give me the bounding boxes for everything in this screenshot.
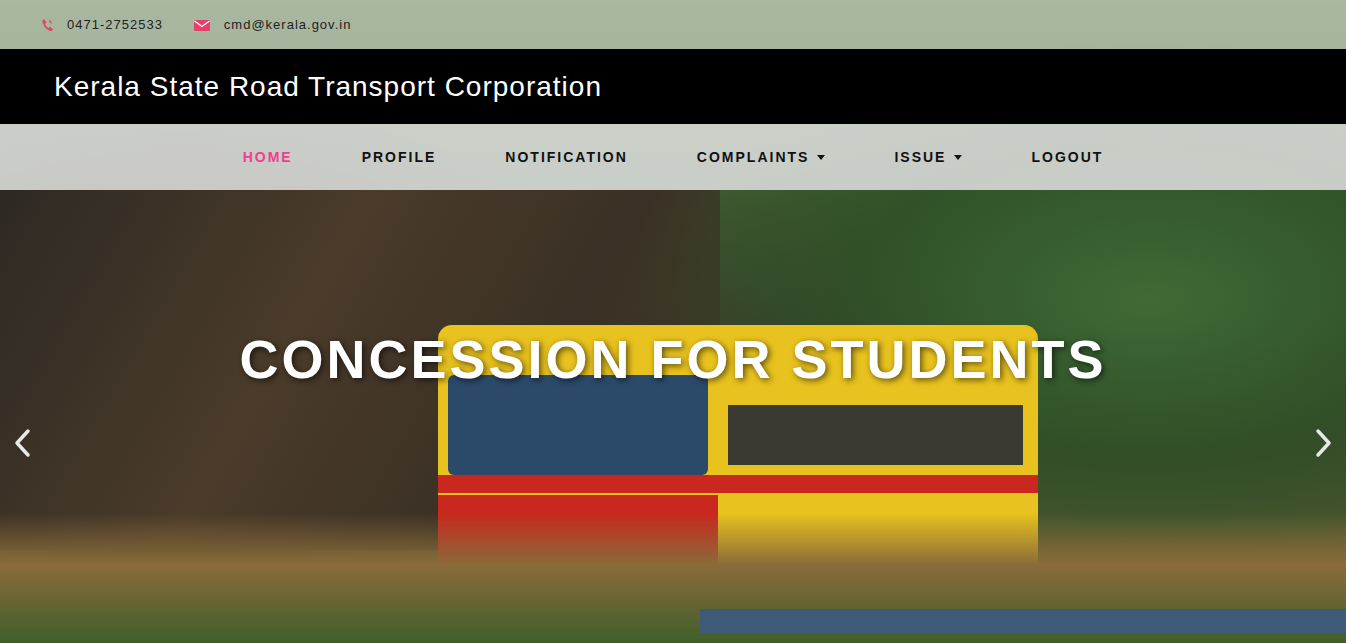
contact-bar: 0471-2752533 cmd@kerala.gov.in [0,0,1346,49]
nav-link[interactable]: ISSUE [894,147,962,168]
phone-contact[interactable]: 0471-2752533 [40,15,163,35]
caret-icon [954,155,962,160]
site-title: Kerala State Road Transport Corporation [54,70,602,104]
email-address: cmd@kerala.gov.in [224,15,352,35]
carousel-prev[interactable] [8,426,38,460]
nav-link[interactable]: HOME [243,147,293,168]
main-nav: HOME PROFILE NOTIFICATION COMPLAINTS ISSUE LO… [0,124,1346,190]
carousel-next[interactable] [1308,426,1338,460]
phone-number: 0471-2752533 [67,15,163,35]
carousel: CONCESSION FOR STUDENTS [0,190,1346,643]
carousel-caption: CONCESSION FOR STUDENTS [0,190,1346,389]
nav-label: ISSUE [894,147,946,168]
email-contact[interactable]: cmd@kerala.gov.in [193,15,352,35]
nav-link[interactable]: NOTIFICATION [505,147,628,168]
nav-label: NOTIFICATION [505,147,628,168]
nav-label: LOGOUT [1031,147,1103,168]
page: 0471-2752533 cmd@kerala.gov.in Kerala Stat… [0,0,1346,643]
nav-link[interactable]: COMPLAINTS [697,147,826,168]
nav-link[interactable]: PROFILE [362,147,437,168]
site-header: Kerala State Road Transport Corporation [0,49,1346,124]
nav-label: PROFILE [362,147,437,168]
chevron-left-icon [8,426,38,460]
caret-icon [817,155,825,160]
nav-link[interactable]: LOGOUT [1031,147,1103,168]
nav-label: COMPLAINTS [697,147,810,168]
envelope-icon [193,18,211,32]
nav-label: HOME [243,147,293,168]
phone-icon [40,17,54,33]
chevron-right-icon [1308,426,1338,460]
